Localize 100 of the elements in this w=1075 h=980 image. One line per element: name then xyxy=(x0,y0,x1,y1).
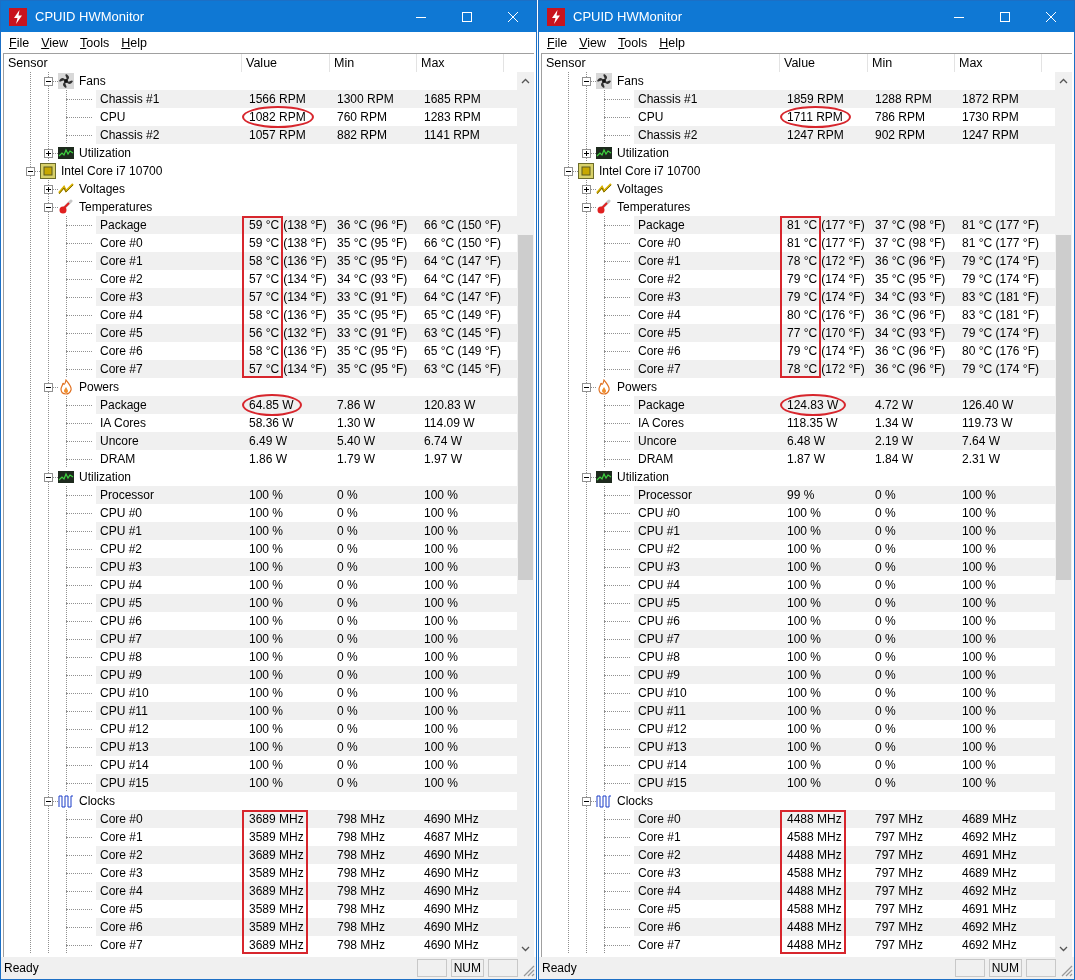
sensor-value: 124.83 W xyxy=(787,397,839,414)
sensor-max: 100 % xyxy=(423,505,460,522)
menu-item[interactable]: File xyxy=(541,33,574,52)
sensor-label: CPU #10 xyxy=(637,685,688,702)
sensor-min: 798 MHz xyxy=(336,829,387,846)
sensor-label: Core #6 xyxy=(637,919,682,936)
sensor-min: 1.79 W xyxy=(336,451,376,468)
sensor-value: 58 °C xyxy=(249,253,280,270)
sensor-label: Core #5 xyxy=(637,325,682,342)
fahrenheit-value: (136 °F) xyxy=(283,307,327,324)
menu-item[interactable]: File xyxy=(3,33,36,52)
sensor-label: CPU #13 xyxy=(99,739,150,756)
sensor-label: Core #5 xyxy=(99,901,144,918)
sensor-min: 0 % xyxy=(336,667,359,684)
sensor-max: 64 °C (147 °F) xyxy=(423,253,502,270)
sensor-label: Core #4 xyxy=(637,307,682,324)
sensor-value: 4488 MHz xyxy=(787,847,842,864)
group-label[interactable]: Powers xyxy=(79,378,119,396)
sensor-max: 1141 RPM xyxy=(423,127,481,144)
sensor-label: CPU #12 xyxy=(637,721,688,738)
sensor-max: 100 % xyxy=(423,685,460,702)
menu-item[interactable]: Tools xyxy=(74,33,116,52)
sensor-max: 100 % xyxy=(423,523,460,540)
sensor-max: 7.64 W xyxy=(961,433,1001,450)
sensor-label: Processor xyxy=(637,487,694,504)
sensor-min: 37 °C (98 °F) xyxy=(874,235,947,252)
sensor-max: 100 % xyxy=(961,559,998,576)
sensor-label: Core #1 xyxy=(99,829,144,846)
fahrenheit-value: (172 °F) xyxy=(821,361,865,378)
group-label[interactable]: Fans xyxy=(79,72,106,90)
sensor-label: Core #4 xyxy=(99,307,144,324)
sensor-value: 1566 RPM xyxy=(249,91,306,108)
sensor-min: 35 °C (95 °F) xyxy=(336,253,409,270)
sensor-label: Core #3 xyxy=(99,289,144,306)
sensor-max: 100 % xyxy=(423,631,460,648)
sensor-min: 0 % xyxy=(874,631,897,648)
sensor-value: 6.48 W xyxy=(787,433,825,450)
sensor-label: Core #0 xyxy=(99,811,144,828)
menu-item[interactable]: Tools xyxy=(612,33,654,52)
fahrenheit-value: (176 °F) xyxy=(821,307,865,324)
group-label[interactable]: Utilization xyxy=(79,144,132,162)
menu-item[interactable]: View xyxy=(573,33,613,52)
sensor-value: 1082 RPM xyxy=(249,109,306,126)
fahrenheit-value: (136 °F) xyxy=(283,253,327,270)
sensor-value: 79 °C xyxy=(787,289,818,306)
sensor-value: 4588 MHz xyxy=(787,901,842,918)
group-label[interactable]: Utilization xyxy=(79,468,132,486)
sensor-value: 100 % xyxy=(249,559,284,576)
sensor-value: 100 % xyxy=(249,649,284,666)
sensor-max: 100 % xyxy=(961,523,998,540)
group-label[interactable]: Fans xyxy=(617,72,644,90)
sensor-min: 35 °C (95 °F) xyxy=(336,343,409,360)
sensor-value: 1.87 W xyxy=(787,451,825,468)
sensor-min: 36 °C (96 °F) xyxy=(874,253,947,270)
sensor-value: 3589 MHz xyxy=(249,919,304,936)
sensor-min: 1288 RPM xyxy=(874,91,933,108)
group-label[interactable]: Utilization xyxy=(617,468,670,486)
group-label[interactable]: Voltages xyxy=(617,180,664,198)
group-label[interactable]: Voltages xyxy=(79,180,126,198)
sensor-max: 4692 MHz xyxy=(961,937,1018,954)
sensor-label: Chassis #2 xyxy=(637,127,699,144)
sensor-max: 100 % xyxy=(961,487,998,504)
sensor-value: 100 % xyxy=(249,775,284,792)
sensor-value: 100 % xyxy=(249,685,284,702)
sensor-min: 37 °C (98 °F) xyxy=(874,217,947,234)
sensor-value: 81 °C xyxy=(787,217,818,234)
group-label[interactable]: Utilization xyxy=(617,144,670,162)
sensor-max: 4690 MHz xyxy=(423,811,480,828)
sensor-max: 100 % xyxy=(423,559,460,576)
fahrenheit-value: (172 °F) xyxy=(821,253,865,270)
menu-item[interactable]: View xyxy=(35,33,75,52)
group-label[interactable]: Clocks xyxy=(79,792,115,810)
sensor-value: 78 °C xyxy=(787,361,818,378)
group-label[interactable]: Temperatures xyxy=(617,198,691,216)
sensor-min: 1.84 W xyxy=(874,451,914,468)
sensor-value: 100 % xyxy=(787,631,822,648)
sensor-label: Core #5 xyxy=(637,901,682,918)
sensor-max: 4690 MHz xyxy=(423,919,480,936)
sensor-min: 5.40 W xyxy=(336,433,376,450)
menu-item[interactable]: Help xyxy=(653,33,691,52)
sensor-max: 80 °C (176 °F) xyxy=(961,343,1040,360)
group-label[interactable]: Temperatures xyxy=(79,198,153,216)
sensor-label: Package xyxy=(637,217,686,234)
group-label[interactable]: Intel Core i7 10700 xyxy=(61,162,163,180)
sensor-min: 34 °C (93 °F) xyxy=(874,325,947,342)
sensor-min: 0 % xyxy=(874,613,897,630)
sensor-label: Core #7 xyxy=(99,361,144,378)
menu-item[interactable]: Help xyxy=(115,33,153,52)
group-label[interactable]: Intel Core i7 10700 xyxy=(599,162,701,180)
group-label[interactable]: Powers xyxy=(617,378,657,396)
sensor-label: Core #2 xyxy=(99,271,144,288)
sensor-label: CPU #0 xyxy=(637,505,682,522)
sensor-min: 798 MHz xyxy=(336,847,387,864)
sensor-value: 4488 MHz xyxy=(787,883,842,900)
fahrenheit-value: (132 °F) xyxy=(283,325,327,342)
group-label[interactable]: Clocks xyxy=(617,792,653,810)
sensor-max: 100 % xyxy=(423,721,460,738)
sensor-max: 79 °C (174 °F) xyxy=(961,253,1040,270)
sensor-min: 798 MHz xyxy=(336,811,387,828)
sensor-label: CPU #10 xyxy=(99,685,150,702)
